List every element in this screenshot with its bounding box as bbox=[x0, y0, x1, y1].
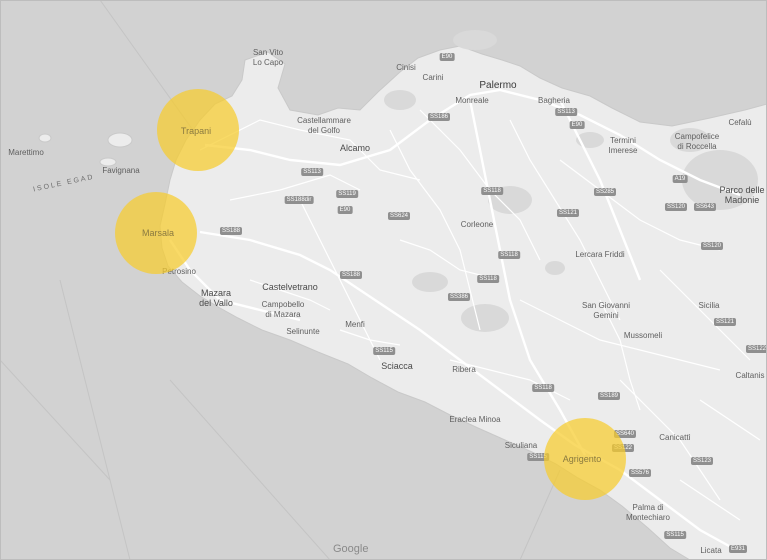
label-bagheria: Bagheria bbox=[537, 96, 571, 105]
label-marettimo: Marettimo bbox=[8, 148, 44, 157]
label-campobello: Campobello di Mazara bbox=[261, 300, 305, 319]
label-mussomeli: Mussomeli bbox=[623, 331, 663, 340]
shield-e90: E90 bbox=[337, 206, 353, 214]
label-lercara: Lercara Friddi bbox=[575, 250, 625, 259]
shield-e90: E90 bbox=[439, 53, 455, 61]
shield-ss386: SS386 bbox=[447, 293, 471, 301]
label-canicatti: Canicattì bbox=[659, 433, 691, 442]
label-san-giovanni: San Giovanni Gemini bbox=[581, 301, 631, 320]
label-mazara: Mazara del Vallo bbox=[199, 288, 233, 308]
label-ribera: Ribera bbox=[452, 365, 476, 374]
map-base-layer bbox=[0, 0, 767, 560]
shield-ss120: SS120 bbox=[700, 242, 724, 250]
label-cefalu: Cefalù bbox=[728, 118, 752, 127]
shield-ss188: SS188 bbox=[219, 227, 243, 235]
shield-ss113: SS113 bbox=[555, 108, 577, 116]
shield-ss576: SS576 bbox=[628, 469, 652, 477]
shield-ss123: SS123 bbox=[690, 457, 714, 465]
label-licata: Licata bbox=[700, 546, 722, 555]
label-caltanissetta: Caltanis bbox=[735, 371, 765, 380]
label-san-vito: San Vito Lo Capo bbox=[252, 48, 284, 67]
shield-e90: E90 bbox=[569, 121, 585, 129]
label-campofelice: Campofelice di Roccella bbox=[674, 132, 720, 151]
favignana-island bbox=[99, 157, 117, 167]
label-selinunte: Selinunte bbox=[286, 327, 320, 336]
label-corleone: Corleone bbox=[460, 220, 494, 229]
label-carini: Carini bbox=[422, 73, 444, 82]
google-attribution: Google bbox=[333, 543, 369, 555]
label-favignana: Favignana bbox=[102, 166, 140, 175]
shield-ss285: SS285 bbox=[593, 188, 617, 196]
shield-ss118: SS118 bbox=[532, 384, 554, 392]
shield-a19: A19 bbox=[672, 175, 688, 183]
shield-ss115: SS115 bbox=[664, 531, 686, 539]
label-sciacca: Sciacca bbox=[381, 361, 413, 371]
shield-ss115: SS115 bbox=[373, 347, 395, 355]
shield-ss121: SS121 bbox=[713, 318, 737, 326]
shield-ss119: SS119 bbox=[336, 190, 358, 198]
levanzo-island bbox=[107, 132, 133, 148]
label-palermo: Palermo bbox=[479, 80, 517, 91]
shield-ss118: SS118 bbox=[481, 187, 503, 195]
shield-ss118: SS118 bbox=[498, 251, 520, 259]
label-parco-madonie: Parco delle Madonie bbox=[719, 185, 765, 205]
shield-ss624: SS624 bbox=[387, 212, 411, 220]
label-palma: Palma di Montechiaro bbox=[625, 503, 671, 522]
label-cinisi: Cinisi bbox=[396, 63, 416, 72]
shield-ss121: SS121 bbox=[556, 209, 580, 217]
shield-ss643: SS643 bbox=[693, 203, 717, 211]
label-castelvetrano: Castelvetrano bbox=[262, 282, 318, 292]
label-marsala: Marsala bbox=[141, 228, 175, 238]
label-sicilia: Sicilia bbox=[698, 301, 720, 310]
map-canvas[interactable]: San Vito Lo Capo Palermo Cinisi Carini Mo… bbox=[0, 0, 767, 560]
marettimo-island bbox=[38, 133, 52, 143]
shield-e931: E931 bbox=[728, 545, 748, 553]
shield-ss118: SS118 bbox=[477, 275, 499, 283]
label-termini: Termini Imerese bbox=[608, 136, 638, 155]
shield-ss113: SS113 bbox=[301, 168, 323, 176]
shield-ss122: SS122 bbox=[745, 345, 767, 353]
label-monreale: Monreale bbox=[455, 96, 489, 105]
shield-ss189: SS189 bbox=[597, 392, 621, 400]
label-eraclea: Eraclea Minoa bbox=[449, 415, 501, 424]
shield-ss188dir: SS188dir bbox=[284, 196, 314, 204]
label-alcamo: Alcamo bbox=[339, 143, 371, 153]
shield-ss186: SS186 bbox=[427, 113, 451, 121]
label-castellammare: Castellammare del Golfo bbox=[297, 116, 351, 135]
label-siculiana: Siculiana bbox=[504, 441, 538, 450]
shield-ss120: SS120 bbox=[664, 203, 688, 211]
label-agrigento: Agrigento bbox=[562, 454, 602, 464]
label-menfi: Menfi bbox=[345, 320, 365, 329]
label-trapani: Trapani bbox=[180, 126, 212, 136]
shield-ss188: SS188 bbox=[339, 271, 363, 279]
